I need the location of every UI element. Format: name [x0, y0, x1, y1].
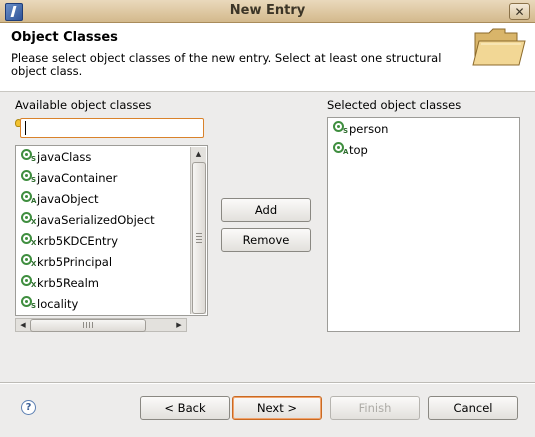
object-class-icon: X — [21, 212, 36, 226]
object-class-icon: X — [21, 233, 36, 247]
footer-separator — [0, 382, 535, 384]
grip-icon — [196, 233, 202, 243]
title-bar: New Entry ✕ — [0, 0, 535, 23]
back-button-label: < Back — [164, 401, 206, 415]
object-class-kind-badge: S — [343, 127, 349, 135]
object-class-icon: S — [21, 296, 36, 310]
object-class-kind-badge: S — [31, 176, 37, 184]
filter-input[interactable] — [20, 118, 204, 138]
list-item-label: top — [349, 142, 368, 157]
list-item[interactable]: Xkrb5Principal — [17, 251, 190, 272]
object-class-kind-badge: S — [31, 155, 37, 163]
list-item-label: javaContainer — [37, 170, 118, 185]
scroll-left-icon[interactable]: ◀ — [16, 319, 30, 331]
available-classes-label: Available object classes — [15, 98, 152, 112]
scroll-right-icon[interactable]: ▶ — [172, 319, 186, 331]
object-class-icon: S — [21, 149, 36, 163]
add-button[interactable]: Add — [221, 198, 311, 222]
list-item[interactable]: Xkrb5KDCEntry — [17, 230, 190, 251]
list-item-label: javaSerializedObject — [37, 212, 155, 227]
horizontal-scrollbar[interactable]: ◀ ▶ — [15, 318, 187, 332]
list-item-label: person — [349, 121, 389, 136]
list-item[interactable]: AjavaObject — [17, 188, 190, 209]
scroll-thumb[interactable] — [192, 162, 206, 314]
list-item[interactable]: SjavaContainer — [17, 167, 190, 188]
remove-button-label: Remove — [242, 233, 290, 247]
object-class-kind-badge: A — [343, 148, 349, 156]
list-item-label: javaClass — [37, 149, 92, 164]
list-item[interactable]: Xkrb5Realm — [17, 272, 190, 293]
grip-icon — [83, 322, 93, 328]
hscroll-thumb[interactable] — [30, 319, 146, 332]
object-class-icon: A — [21, 191, 36, 205]
object-class-kind-badge: S — [31, 302, 37, 310]
next-button-label: Next > — [256, 401, 298, 415]
text-caret — [25, 121, 26, 135]
close-icon: ✕ — [514, 4, 525, 19]
vertical-scrollbar[interactable]: ▲ — [190, 147, 206, 314]
new-entry-dialog: New Entry ✕ Object Classes Please select… — [0, 0, 535, 437]
help-icon[interactable]: ? — [21, 400, 36, 415]
list-item[interactable]: Atop — [329, 139, 518, 160]
list-item-label: krb5Principal — [37, 254, 113, 269]
object-class-kind-badge: X — [31, 218, 37, 226]
page-description: Please select object classes of the new … — [11, 51, 442, 78]
selected-items: Sperson Atop — [329, 118, 518, 331]
available-items: SjavaClass SjavaContainer AjavaObject Xjava… — [17, 146, 190, 315]
object-class-icon: X — [21, 254, 36, 268]
next-button[interactable]: Next > — [232, 396, 322, 420]
page-title: Object Classes — [11, 30, 118, 45]
selected-classes-list[interactable]: Sperson Atop — [327, 117, 520, 332]
object-class-icon: S — [21, 170, 36, 184]
list-item-label: locality — [37, 296, 79, 311]
close-button[interactable]: ✕ — [509, 3, 530, 20]
folder-icon — [472, 28, 526, 66]
object-class-kind-badge: A — [31, 197, 37, 205]
available-classes-list[interactable]: SjavaClass SjavaContainer AjavaObject Xjava… — [15, 145, 208, 316]
object-class-kind-badge: X — [31, 260, 37, 268]
remove-button[interactable]: Remove — [221, 228, 311, 252]
list-item[interactable]: Sperson — [329, 118, 518, 139]
list-item[interactable]: XjavaSerializedObject — [17, 209, 190, 230]
list-item-label: krb5KDCEntry — [37, 233, 119, 248]
object-class-icon: X — [21, 275, 36, 289]
finish-button: Finish — [330, 396, 420, 420]
object-class-kind-badge: X — [31, 239, 37, 247]
list-item[interactable]: Slocality — [17, 293, 190, 314]
list-item-label: krb5Realm — [37, 275, 99, 290]
window-title: New Entry — [229, 3, 306, 18]
add-button-label: Add — [254, 203, 278, 217]
object-class-icon: S — [333, 121, 348, 135]
list-item-label: javaObject — [37, 191, 99, 206]
selected-classes-label: Selected object classes — [327, 98, 462, 112]
finish-button-label: Finish — [358, 401, 392, 415]
wizard-banner: Object Classes Please select object clas… — [0, 23, 535, 92]
scroll-up-icon[interactable]: ▲ — [191, 147, 206, 161]
object-class-icon: A — [333, 142, 348, 156]
object-class-kind-badge: X — [31, 281, 37, 289]
cancel-button-label: Cancel — [453, 401, 493, 415]
back-button[interactable]: < Back — [140, 396, 230, 420]
cancel-button[interactable]: Cancel — [428, 396, 518, 420]
list-item[interactable]: SjavaClass — [17, 146, 190, 167]
